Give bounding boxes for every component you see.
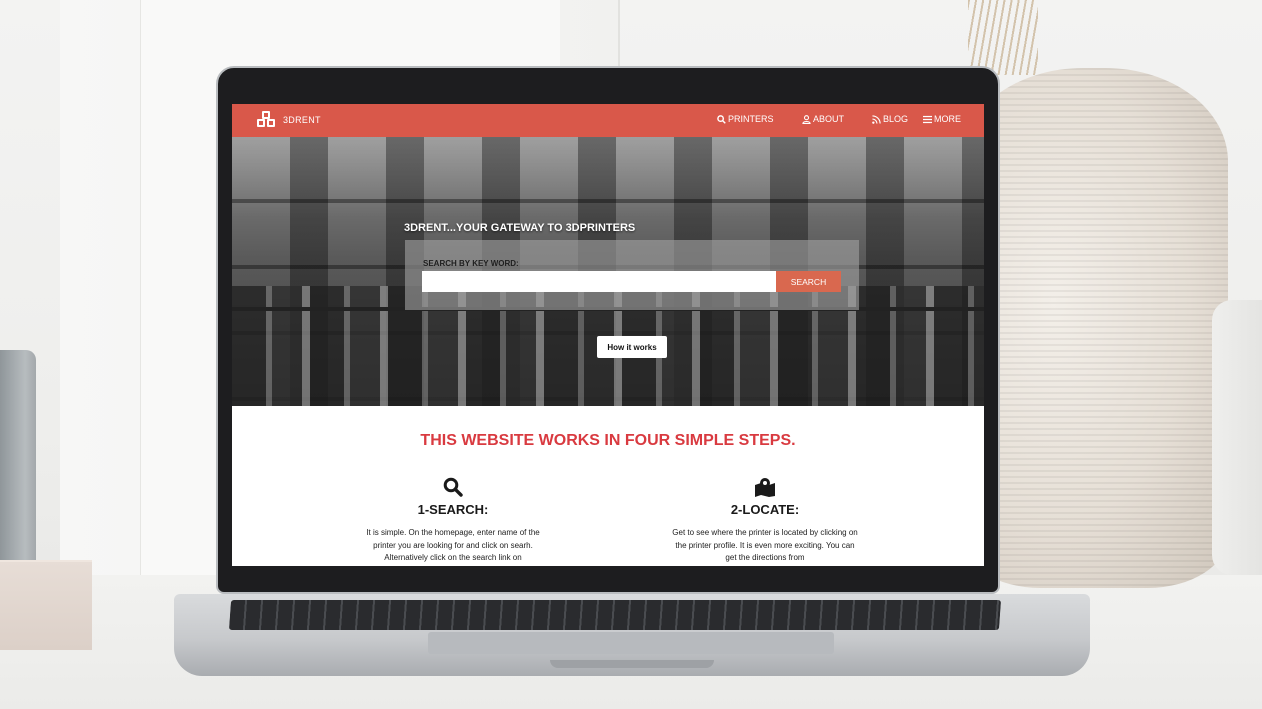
marble-coaster bbox=[0, 560, 92, 650]
ceramic-vase bbox=[960, 68, 1228, 588]
rss-icon bbox=[872, 114, 881, 124]
nav-item-label: BLOG bbox=[883, 114, 909, 124]
step-card-search: 1-SEARCH: It is simple. On the homepage,… bbox=[358, 476, 548, 565]
step-description: It is simple. On the homepage, enter nam… bbox=[366, 528, 540, 562]
hero-title: 3DRENT...YOUR GATEWAY TO 3DPRINTERS bbox=[404, 222, 636, 234]
navbar: 3DRENT PRINTERS ABOUT BLOG MORE bbox=[232, 104, 984, 137]
brand-name: 3DRENT bbox=[283, 114, 321, 125]
brand[interactable]: 3DRENT bbox=[257, 111, 321, 128]
cubes-logo-icon bbox=[257, 111, 275, 128]
laptop-keyboard bbox=[228, 600, 1002, 630]
step-description: Get to see where the printer is located … bbox=[672, 528, 858, 562]
search-icon bbox=[717, 114, 726, 124]
step-card-locate: 2-LOCATE: Get to see where the printer i… bbox=[670, 476, 860, 565]
how-it-works-button[interactable]: How it works bbox=[597, 336, 667, 358]
hero-banner: 3DRENT...YOUR GATEWAY TO 3DPRINTERS SEAR… bbox=[232, 137, 984, 406]
search-label: SEARCH BY KEY WORD: bbox=[423, 259, 519, 268]
steps-heading: THIS WEBSITE WORKS IN FOUR SIMPLE STEPS. bbox=[420, 432, 796, 449]
step-title: 1-SEARCH: bbox=[417, 502, 489, 517]
nav-item-blog[interactable]: BLOG bbox=[872, 114, 908, 124]
map-marker-icon bbox=[755, 478, 775, 497]
nav-item-label: MORE bbox=[934, 114, 961, 124]
nav-item-printers[interactable]: PRINTERS bbox=[717, 114, 774, 124]
user-icon bbox=[802, 114, 811, 124]
step-title: 2-LOCATE: bbox=[730, 502, 800, 517]
gray-mug bbox=[0, 350, 36, 590]
search-icon bbox=[443, 477, 463, 497]
nav-item-label: PRINTERS bbox=[728, 114, 774, 124]
menu-icon bbox=[923, 115, 932, 123]
nav-item-more[interactable]: MORE bbox=[923, 114, 961, 124]
dried-stems bbox=[968, 0, 1038, 75]
search-panel: SEARCH BY KEY WORD: SEARCH bbox=[405, 240, 859, 310]
laptop-notch bbox=[550, 660, 714, 668]
laptop-trackpad bbox=[428, 632, 834, 654]
laptop-screen: 3DRENT PRINTERS ABOUT BLOG MORE 3DRENT..… bbox=[232, 104, 984, 566]
search-input[interactable] bbox=[422, 271, 776, 292]
search-button[interactable]: SEARCH bbox=[776, 271, 841, 292]
white-vase bbox=[1212, 300, 1262, 575]
nav-item-label: ABOUT bbox=[813, 114, 845, 124]
nav-item-about[interactable]: ABOUT bbox=[802, 114, 844, 124]
